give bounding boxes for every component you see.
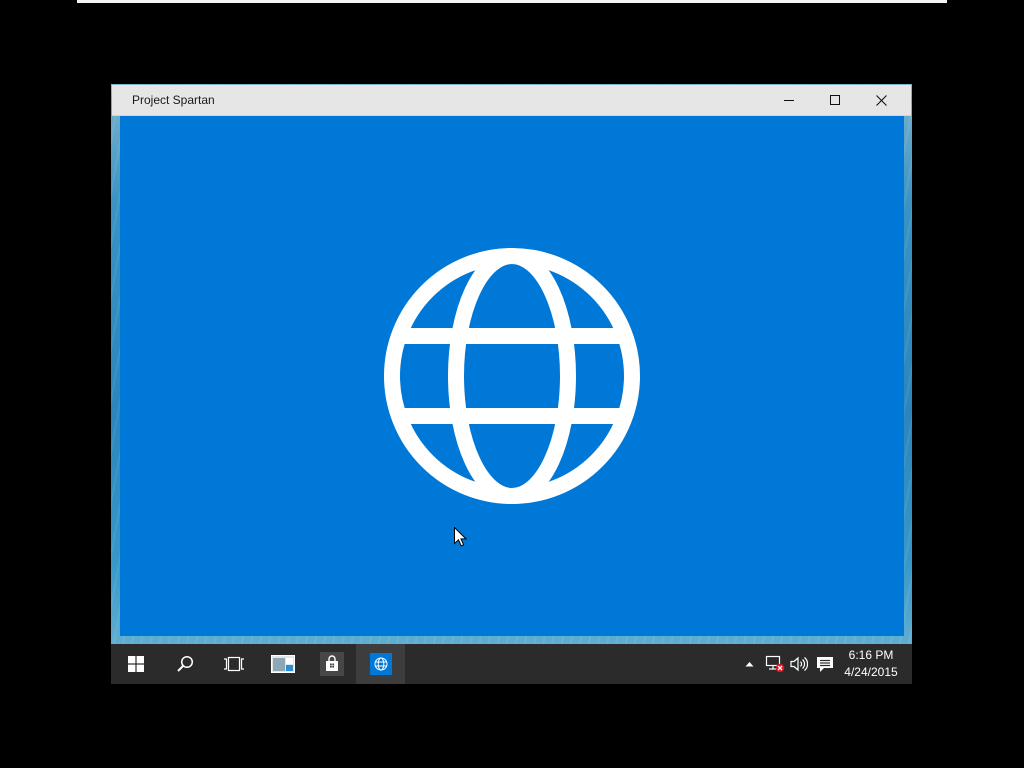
volume-button[interactable]	[787, 644, 811, 684]
top-strip	[77, 0, 947, 3]
close-icon	[875, 94, 887, 106]
window-title: Project Spartan	[132, 93, 215, 107]
search-icon	[176, 655, 194, 673]
store-button[interactable]	[307, 644, 356, 684]
minimize-button[interactable]	[766, 85, 812, 115]
search-button[interactable]	[160, 644, 209, 684]
minimize-icon	[784, 95, 794, 105]
desktop-wallpaper: Project Spartan 6:16 PM 4/24/2015	[111, 84, 912, 684]
close-button[interactable]	[858, 85, 904, 115]
clock-time: 6:16 PM	[848, 648, 894, 662]
action-center-icon	[816, 656, 834, 673]
mouse-cursor-icon	[454, 527, 467, 547]
action-center-button[interactable]	[813, 644, 837, 684]
title-bar[interactable]: Project Spartan	[112, 85, 911, 116]
start-button[interactable]	[111, 644, 160, 684]
store-icon	[319, 652, 344, 676]
taskbar-app-button[interactable]	[258, 644, 307, 684]
spartan-globe-icon	[369, 653, 392, 675]
chevron-up-icon	[745, 661, 754, 667]
windows-logo-icon	[127, 656, 144, 672]
network-button[interactable]	[763, 644, 787, 684]
taskbar-clock[interactable]: 6:16 PM 4/24/2015	[841, 644, 901, 684]
task-view-icon	[223, 656, 245, 672]
globe-icon	[384, 248, 640, 504]
clock-date: 4/24/2015	[844, 665, 898, 679]
task-view-button[interactable]	[209, 644, 258, 684]
maximize-icon	[830, 95, 840, 105]
maximize-button[interactable]	[812, 85, 858, 115]
volume-icon	[790, 656, 808, 672]
show-hidden-icons-button[interactable]	[738, 644, 760, 684]
splash-screen	[120, 116, 904, 636]
app-window-icon	[270, 655, 295, 673]
project-spartan-taskbar-button[interactable]	[356, 644, 405, 684]
network-disconnected-icon	[765, 655, 785, 673]
taskbar: 6:16 PM 4/24/2015	[111, 644, 912, 684]
